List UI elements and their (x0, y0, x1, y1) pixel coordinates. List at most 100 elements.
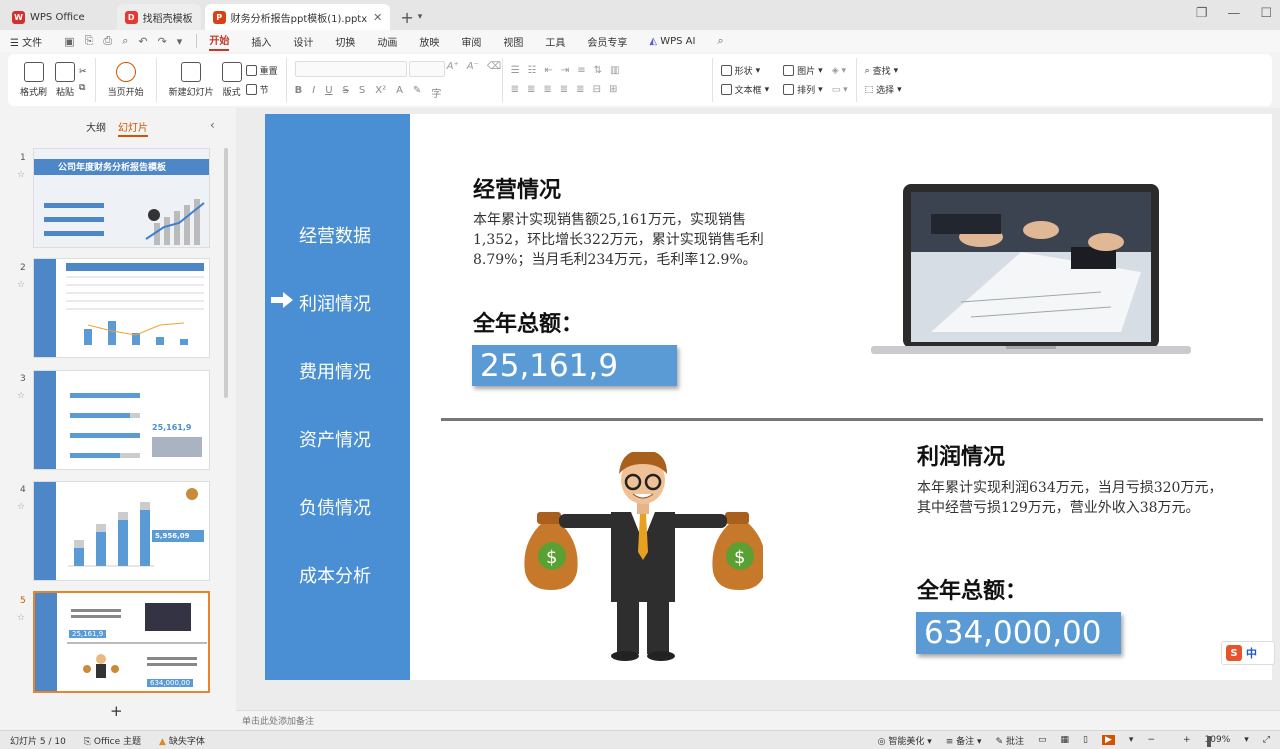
collapse-panel-icon[interactable]: ‹ (210, 118, 215, 132)
clear-format-icon[interactable]: ⌫ (487, 61, 501, 77)
smartart-icon[interactable]: ⊞ (609, 84, 617, 95)
thumbnail-scrollbar[interactable] (224, 148, 228, 398)
menu-member[interactable]: 会员专享 (587, 34, 627, 49)
restore-window-icon[interactable]: ❐ (1196, 6, 1208, 21)
reset-button[interactable]: 重置 (245, 64, 278, 77)
star-icon[interactable]: ☆ (17, 170, 25, 180)
underline-icon[interactable]: U (325, 85, 332, 100)
add-slide-button[interactable]: + (110, 702, 123, 720)
menu-review[interactable]: 审阅 (461, 34, 481, 49)
zoom-in-icon[interactable]: + (1183, 735, 1191, 745)
textbox-button[interactable]: 文本框 ▾ (720, 83, 769, 96)
play-from-current-button[interactable]: 当页开始 (108, 62, 144, 98)
align-left-icon[interactable]: ≣ (511, 84, 519, 95)
more-icon[interactable]: ▾ (177, 35, 183, 48)
tab-current-document[interactable]: P 财务分析报告ppt模板(1).pptx ✕ (204, 4, 391, 30)
star-icon[interactable]: ☆ (17, 391, 25, 401)
star-icon[interactable]: ☆ (17, 502, 25, 512)
menu-home[interactable]: 开始 (209, 32, 230, 51)
tab-slides[interactable]: 幻灯片 (118, 119, 148, 137)
close-tab-icon[interactable]: ✕ (373, 11, 382, 24)
slide-thumbnail-1[interactable]: 公司年度财务分析报告模板 (33, 148, 210, 248)
font-color-icon[interactable]: A (396, 85, 403, 100)
align-center-icon[interactable]: ≣ (527, 84, 535, 95)
tab-outline[interactable]: 大纲 (86, 119, 106, 137)
copy-icon[interactable]: ⧉ (79, 83, 87, 93)
slide-thumbnail-5[interactable]: 25,161,9 634,000,00 (33, 591, 210, 693)
fill-icon[interactable]: ◈ ▾ (832, 66, 846, 76)
star-icon[interactable]: ☆ (17, 613, 25, 623)
columns-icon[interactable]: ▥ (610, 65, 619, 76)
zoom-thumb[interactable] (1206, 736, 1211, 747)
line-spacing-icon[interactable]: ≡ (577, 65, 585, 76)
paste-button[interactable]: 粘贴 (55, 62, 76, 98)
text-direction-icon[interactable]: ⇅ (594, 65, 602, 76)
justify-icon[interactable]: ≣ (560, 84, 568, 95)
menu-slideshow[interactable]: 放映 (419, 34, 439, 49)
theme-indicator[interactable]: ⎘ Office 主题 (84, 734, 141, 747)
cut-icon[interactable]: ✂ (79, 67, 87, 77)
file-menu[interactable]: ☰ 文件 (10, 34, 42, 49)
sorter-view-icon[interactable]: ▦ (1061, 735, 1070, 745)
minimize-icon[interactable]: — (1227, 6, 1240, 21)
layout-button[interactable]: 版式 (221, 62, 242, 98)
new-slide-button[interactable]: 新建幻灯片 (169, 62, 214, 98)
highlight-icon[interactable]: ✎ (413, 85, 421, 100)
strikethrough-icon[interactable]: S (343, 85, 349, 100)
picture-button[interactable]: 图片 ▾ ◈ ▾ (783, 64, 847, 77)
align-right-icon[interactable]: ≣ (543, 84, 551, 95)
undo-icon[interactable]: ↶ (138, 35, 147, 48)
decrease-indent-icon[interactable]: ⇤ (544, 65, 552, 76)
tab-wps-office[interactable]: W WPS Office (4, 4, 93, 30)
shadow-icon[interactable]: S (359, 85, 365, 100)
maximize-icon[interactable]: ☐ (1260, 6, 1272, 21)
print-icon[interactable]: ⎙ (103, 34, 112, 48)
font-size-select[interactable] (408, 60, 445, 77)
wps-ai-button[interactable]: ◭ WPS AI (649, 36, 695, 47)
notes-pane[interactable]: 单击此处添加备注 (236, 710, 1280, 730)
tab-docer-templates[interactable]: D 找稻壳模板 (116, 4, 201, 30)
slide-thumbnail-3[interactable]: 25,161,9 (33, 370, 210, 470)
slide-thumbnail-2[interactable] (33, 258, 210, 358)
slide-canvas[interactable]: 经营数据 利润情况 费用情况 资产情况 负债情况 成本分析 经营情况 本年累计实… (236, 108, 1280, 710)
char-spacing-icon[interactable]: 字 (431, 85, 441, 100)
play-options-icon[interactable]: ▾ (1129, 735, 1134, 745)
current-slide[interactable]: 经营数据 利润情况 费用情况 资产情况 负债情况 成本分析 经营情况 本年累计实… (265, 114, 1272, 680)
beautify-button[interactable]: ◎ 智能美化 ▾ (878, 734, 932, 747)
menu-view[interactable]: 视图 (503, 34, 523, 49)
increase-indent-icon[interactable]: ⇥ (561, 65, 569, 76)
distribute-icon[interactable]: ≣ (576, 84, 584, 95)
input-method-badge[interactable]: S 中 (1221, 641, 1275, 665)
comments-toggle[interactable]: ✎ 批注 (996, 734, 1024, 747)
align-text-icon[interactable]: ⊟ (593, 84, 601, 95)
find-button[interactable]: ⌕ 查找 ▾ (865, 64, 902, 78)
grow-font-icon[interactable]: A⁺ (447, 61, 459, 77)
save-icon[interactable]: ▣ (64, 35, 74, 48)
italic-icon[interactable]: I (312, 85, 315, 100)
bullet-list-icon[interactable]: ☰ (511, 65, 520, 76)
reading-view-icon[interactable]: ▯ (1083, 735, 1088, 745)
fit-window-icon[interactable]: ⤢ (1263, 735, 1270, 745)
shrink-font-icon[interactable]: A⁻ (467, 61, 479, 77)
notes-toggle[interactable]: ≡ 备注 ▾ (946, 734, 982, 747)
zoom-options-icon[interactable]: ▾ (1244, 735, 1249, 745)
section-button[interactable]: 节 (245, 83, 278, 96)
arrange-button[interactable]: 排列 ▾ ▭ ▾ (783, 83, 848, 96)
export-icon[interactable]: ⎘ (85, 34, 94, 48)
zoom-out-icon[interactable]: − (1147, 735, 1155, 745)
menu-design[interactable]: 设计 (293, 34, 313, 49)
star-icon[interactable]: ☆ (17, 280, 25, 290)
print-preview-icon[interactable]: ⌕ (122, 34, 128, 48)
superscript-icon[interactable]: X² (375, 85, 386, 100)
select-button[interactable]: ⬚ 选择 ▾ (865, 83, 902, 97)
slide-thumbnail-4[interactable]: 5,956,09 (33, 481, 210, 581)
outline-icon[interactable]: ▭ ▾ (832, 85, 848, 95)
redo-icon[interactable]: ↷ (158, 35, 167, 48)
search-icon[interactable]: ⌕ (717, 34, 723, 48)
font-family-select[interactable] (294, 60, 407, 77)
shape-button[interactable]: 形状 ▾ (720, 64, 770, 77)
normal-view-icon[interactable]: ▭ (1038, 735, 1047, 745)
menu-animation[interactable]: 动画 (377, 34, 397, 49)
new-tab-button[interactable]: + ▾ (400, 4, 422, 30)
menu-transitions[interactable]: 切换 (335, 34, 355, 49)
